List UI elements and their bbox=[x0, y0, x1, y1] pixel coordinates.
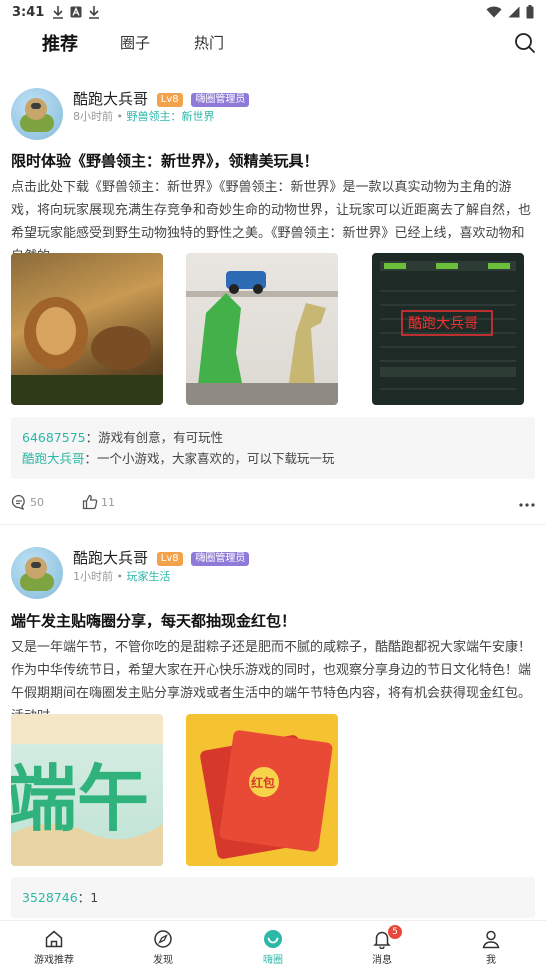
circle-link[interactable]: 玩家生活 bbox=[127, 570, 171, 583]
comment-line: 3528746：1 bbox=[22, 887, 524, 908]
notification-badge: 5 bbox=[388, 925, 402, 939]
author-name[interactable]: 酷跑大兵哥 bbox=[73, 549, 148, 567]
nav-me[interactable]: 我 bbox=[451, 927, 531, 966]
status-notification-icons bbox=[52, 5, 100, 19]
post-title[interactable]: 端午发主贴嗨圈分享，每天都抽现金红包！ bbox=[11, 610, 296, 631]
post-meta: 1小时前 • 玩家生活 bbox=[73, 568, 171, 584]
comment-text: 1 bbox=[90, 890, 99, 905]
red-envelope-illustration: 红包 bbox=[200, 730, 333, 859]
comment-text: 一个小游戏，大家喜欢的，可以下载玩一玩 bbox=[97, 451, 335, 466]
battery-icon bbox=[526, 5, 534, 19]
post-image-duanwu[interactable]: 端午 bbox=[11, 714, 163, 866]
more-icon bbox=[519, 503, 535, 507]
top-nav: 推荐 圈子 热门 bbox=[0, 26, 546, 66]
duanwu-illustration: 端午 bbox=[11, 714, 163, 866]
post-image-red-envelope[interactable]: 红包 bbox=[186, 714, 338, 866]
post-author-row: 酷跑大兵哥 Lv8 嗨圈管理员 bbox=[73, 88, 250, 109]
post-time: 1小时前 bbox=[73, 570, 113, 583]
level-badge: Lv8 bbox=[156, 93, 183, 107]
hiquan-icon bbox=[264, 930, 282, 948]
app-a-icon bbox=[70, 6, 82, 18]
comment-line: 64687575：游戏有创意，有可玩性 bbox=[22, 427, 524, 448]
meta-separator: • bbox=[116, 570, 124, 583]
nav-label: 我 bbox=[486, 955, 496, 966]
comment-preview[interactable]: 64687575：游戏有创意，有可玩性 酷跑大兵哥：一个小游戏，大家喜欢的，可以… bbox=[11, 417, 535, 479]
role-badge: 嗨圈管理员 bbox=[191, 552, 250, 566]
meta-separator: • bbox=[116, 110, 124, 123]
level-badge: Lv8 bbox=[156, 552, 183, 566]
author-name[interactable]: 酷跑大兵哥 bbox=[73, 90, 148, 108]
post-meta: 8小时前 • 野兽领主：新世界 bbox=[73, 108, 215, 124]
duanwu-text: 端午 bbox=[11, 757, 149, 841]
image-watermark-text: 酷跑大兵哥 bbox=[408, 316, 478, 332]
signal-icon bbox=[508, 6, 520, 18]
tab-recommend[interactable]: 推荐 bbox=[42, 30, 78, 56]
status-time: 3:41 bbox=[12, 4, 45, 20]
like-button[interactable]: 11 bbox=[82, 494, 115, 510]
nav-label: 发现 bbox=[153, 955, 173, 966]
post-author-row: 酷跑大兵哥 Lv8 嗨圈管理员 bbox=[73, 547, 250, 568]
post-card[interactable]: 酷跑大兵哥 Lv8 嗨圈管理员 8小时前 • 野兽领主：新世界 限时体验《野兽领… bbox=[0, 78, 546, 525]
thumbs-up-icon bbox=[82, 494, 98, 510]
post-actions: 50 11 bbox=[11, 492, 535, 512]
nav-label: 消息 bbox=[372, 955, 392, 966]
nav-messages[interactable]: 消息 5 bbox=[342, 925, 422, 966]
comment-icon bbox=[11, 494, 25, 510]
comment-sep: ： bbox=[85, 430, 99, 445]
post-card[interactable]: 酷跑大兵哥 Lv8 嗨圈管理员 1小时前 • 玩家生活 端午发主贴嗨圈分享，每天… bbox=[0, 525, 546, 920]
role-badge: 嗨圈管理员 bbox=[191, 93, 250, 107]
comment-sep: ： bbox=[84, 451, 98, 466]
post-image-lion[interactable] bbox=[11, 253, 163, 405]
toy-dinosaur-illustration bbox=[186, 271, 338, 405]
status-bar: 3:41 bbox=[0, 0, 546, 24]
more-options-button[interactable] bbox=[519, 497, 535, 507]
search-icon[interactable] bbox=[514, 32, 536, 54]
red-envelope-text: 红包 bbox=[251, 775, 275, 790]
download-icon bbox=[89, 6, 100, 19]
comment-line: 酷跑大兵哥：一个小游戏，大家喜欢的，可以下载玩一玩 bbox=[22, 448, 524, 469]
tab-circle[interactable]: 圈子 bbox=[120, 32, 150, 53]
wifi-icon bbox=[486, 6, 502, 18]
comment-count: 50 bbox=[30, 495, 44, 509]
post-time: 8小时前 bbox=[73, 110, 113, 123]
comment-button[interactable]: 50 bbox=[11, 494, 44, 510]
avatar[interactable] bbox=[11, 88, 63, 140]
comment-user[interactable]: 酷跑大兵哥 bbox=[22, 451, 85, 466]
post-title[interactable]: 限时体验《野兽领主：新世界》，领精美玩具！ bbox=[11, 150, 319, 171]
home-icon bbox=[45, 930, 63, 948]
comment-preview[interactable]: 3528746：1 bbox=[11, 877, 535, 918]
comment-text: 游戏有创意，有可玩性 bbox=[98, 430, 224, 445]
tab-hot[interactable]: 热门 bbox=[194, 32, 224, 53]
post-image-game-stats[interactable]: 酷跑大兵哥 bbox=[372, 253, 524, 405]
download-icon bbox=[53, 6, 64, 19]
post-image-toys[interactable] bbox=[186, 253, 338, 405]
nav-discover[interactable]: 发现 bbox=[123, 927, 203, 966]
avatar[interactable] bbox=[11, 547, 63, 599]
comment-sep: ： bbox=[77, 890, 91, 905]
comment-user[interactable]: 3528746 bbox=[22, 890, 78, 905]
compass-icon bbox=[154, 930, 172, 948]
like-count: 11 bbox=[101, 495, 115, 509]
bottom-nav: 游戏推荐 发现 嗨圈 消息 5 我 bbox=[0, 920, 546, 970]
comment-user[interactable]: 64687575 bbox=[22, 430, 86, 445]
lion-illustration bbox=[11, 297, 163, 405]
nav-game-recommend[interactable]: 游戏推荐 bbox=[14, 927, 94, 966]
nav-label: 嗨圈 bbox=[263, 955, 283, 966]
nav-label: 游戏推荐 bbox=[34, 955, 74, 966]
game-stats-illustration: 酷跑大兵哥 bbox=[380, 261, 516, 390]
user-icon bbox=[482, 930, 500, 949]
circle-link[interactable]: 野兽领主：新世界 bbox=[127, 110, 215, 123]
nav-hiquan[interactable]: 嗨圈 bbox=[233, 927, 313, 966]
post-feed: 酷跑大兵哥 Lv8 嗨圈管理员 8小时前 • 野兽领主：新世界 限时体验《野兽领… bbox=[0, 78, 546, 920]
